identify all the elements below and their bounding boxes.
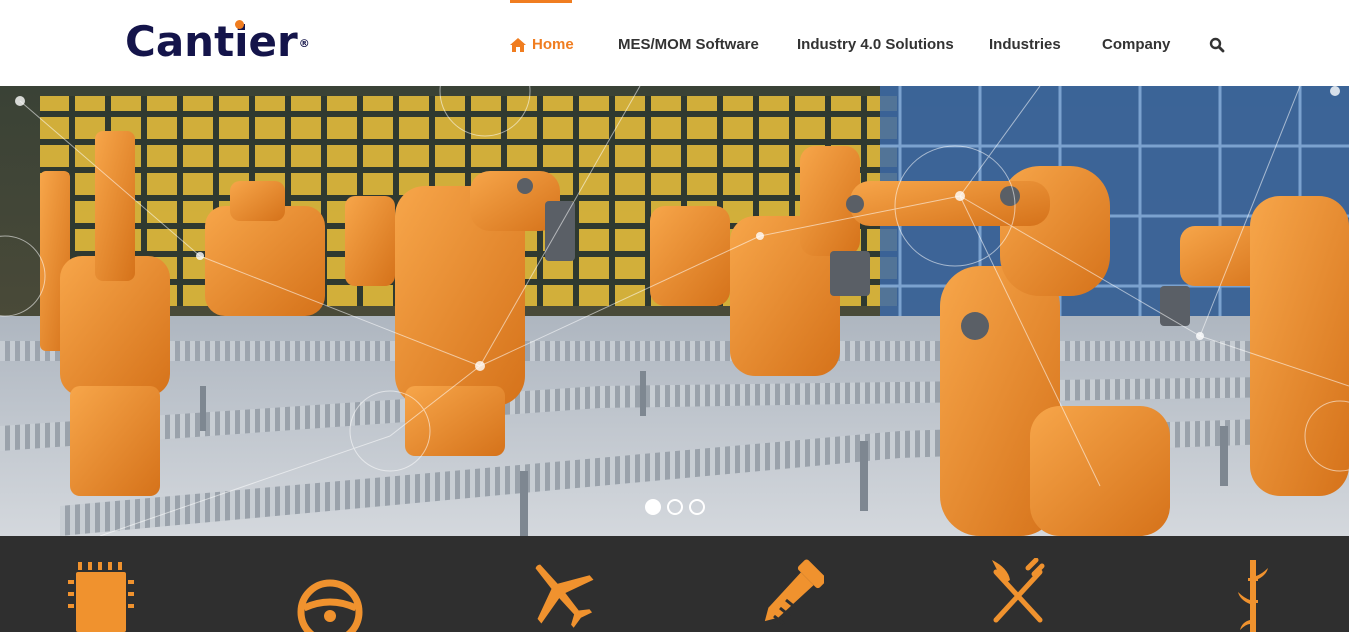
slide-dot-3[interactable] xyxy=(689,499,705,515)
logo-dot xyxy=(235,20,244,29)
nav-industry-40-solutions[interactable]: Industry 4.0 Solutions xyxy=(797,36,954,54)
logo-text: Cantier xyxy=(125,17,298,66)
industries-strip xyxy=(0,536,1349,632)
nav-mes-mom-software[interactable]: MES/MOM Software xyxy=(618,36,759,54)
nav-company[interactable]: Company xyxy=(1102,36,1170,54)
bamboo-icon[interactable] xyxy=(1236,560,1270,632)
slide-dot-2[interactable] xyxy=(667,499,683,515)
nav-active-indicator xyxy=(510,0,572,3)
screw-icon[interactable] xyxy=(758,558,824,632)
logo-registered-mark: ® xyxy=(298,37,310,50)
logo[interactable]: Cantier ® xyxy=(125,17,310,66)
airplane-icon[interactable] xyxy=(525,558,597,632)
steering-wheel-icon[interactable] xyxy=(296,578,364,632)
search-icon[interactable] xyxy=(1209,37,1225,53)
nav-home[interactable]: Home xyxy=(532,36,574,54)
home-icon[interactable] xyxy=(510,38,526,52)
site-header: Cantier ® Home MES/MOM Software Industry… xyxy=(0,0,1349,86)
microchip-icon[interactable] xyxy=(68,558,134,632)
fork-knife-icon[interactable] xyxy=(990,558,1046,632)
slide-dot-1[interactable] xyxy=(645,499,661,515)
hero-image-robotic-assembly-line xyxy=(0,86,1349,536)
nav-industries[interactable]: Industries xyxy=(989,36,1061,54)
hero-slider xyxy=(0,86,1349,536)
